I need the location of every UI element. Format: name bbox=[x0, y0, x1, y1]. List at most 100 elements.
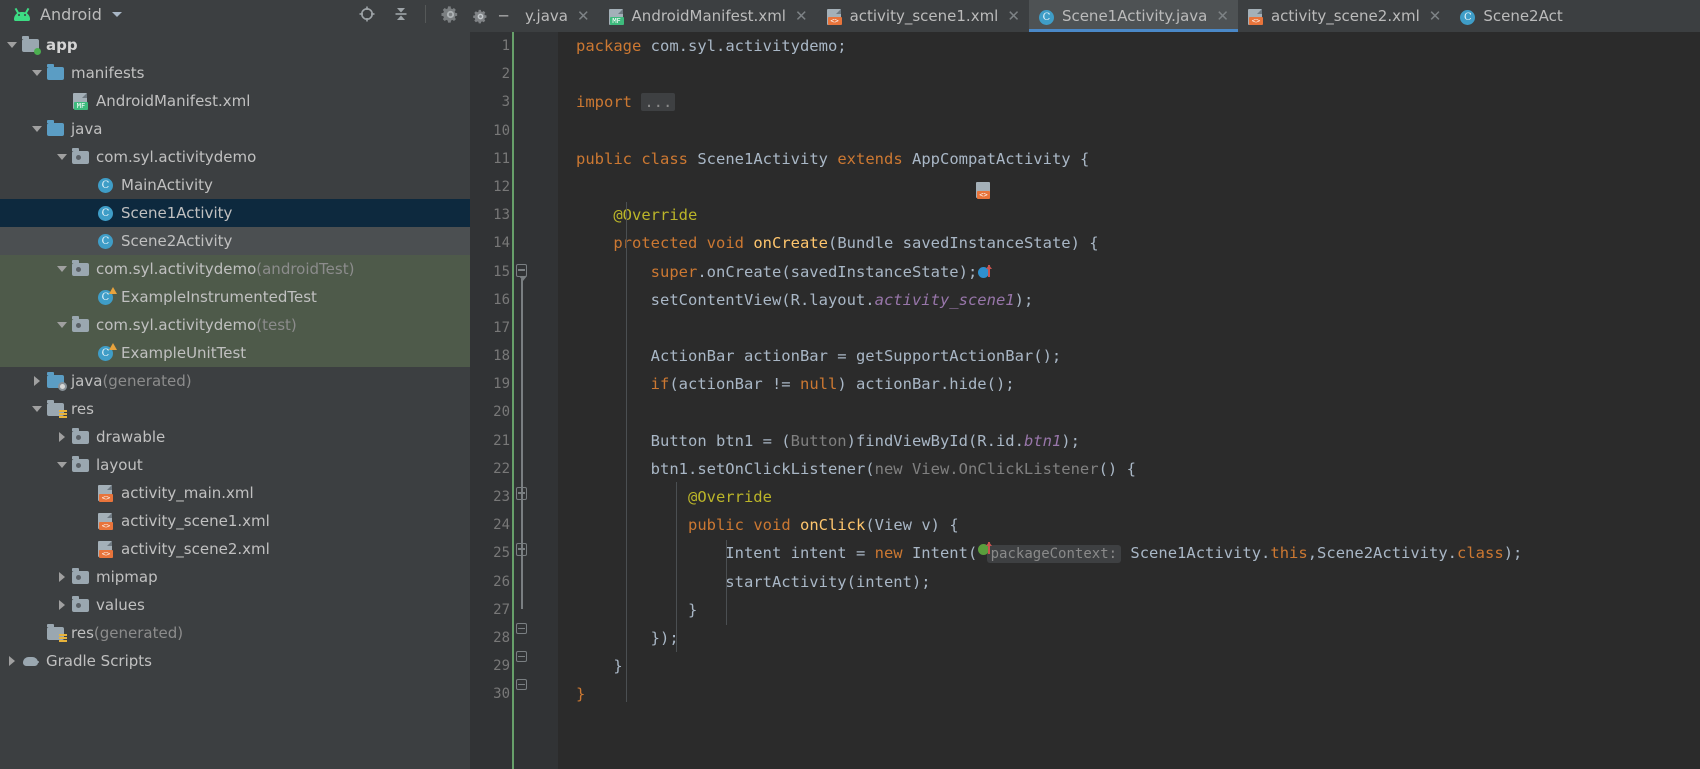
code-line[interactable]: super.onCreate(savedInstanceState); bbox=[558, 258, 1700, 286]
line-number[interactable]: 18 bbox=[470, 342, 516, 370]
close-icon[interactable]: ✕ bbox=[1216, 7, 1229, 25]
chevron-down-icon[interactable] bbox=[54, 143, 70, 171]
tree-row-com-syl-activitydemo[interactable]: com.syl.activitydemo bbox=[0, 143, 470, 171]
code-line[interactable] bbox=[558, 314, 1700, 342]
tree-row-androidmanifest-xml[interactable]: MF AndroidManifest.xml bbox=[0, 87, 470, 115]
line-number[interactable]: 26 bbox=[470, 568, 516, 596]
code-line[interactable]: btn1.setOnClickListener(new View.OnClick… bbox=[558, 455, 1700, 483]
code-line[interactable]: } bbox=[558, 596, 1700, 624]
line-number[interactable]: 20 bbox=[470, 398, 516, 426]
tree-row-mipmap[interactable]: mipmap bbox=[0, 563, 470, 591]
chevron-right-icon[interactable] bbox=[4, 647, 20, 675]
line-number[interactable]: 3 bbox=[470, 88, 516, 116]
fold-toggle-line24-icon[interactable] bbox=[516, 543, 527, 556]
tree-row-activity-scene2-xml[interactable]: <> activity_scene2.xml bbox=[0, 535, 470, 563]
line-number[interactable]: 11 bbox=[470, 145, 516, 173]
tree-row-com-syl-activitydemo[interactable]: com.syl.activitydemo (androidTest) bbox=[0, 255, 470, 283]
tree-row-exampleinstrumentedtest[interactable]: C ExampleInstrumentedTest bbox=[0, 283, 470, 311]
tree-row-activity-main-xml[interactable]: <> activity_main.xml bbox=[0, 479, 470, 507]
chevron-down-icon[interactable] bbox=[29, 395, 45, 423]
editor-tab-scene1activity-java[interactable]: C Scene1Activity.java ✕ bbox=[1028, 0, 1238, 32]
line-number[interactable]: 2 bbox=[470, 60, 516, 88]
tree-row-res[interactable]: res (generated) bbox=[0, 619, 470, 647]
code-editor-text[interactable]: package com.syl.activitydemo; import ... p… bbox=[558, 32, 1700, 769]
close-icon[interactable]: ✕ bbox=[1429, 7, 1442, 25]
chevron-down-icon[interactable] bbox=[4, 31, 20, 59]
fold-end-line27-icon[interactable] bbox=[516, 623, 527, 634]
line-number[interactable]: 15 bbox=[470, 258, 516, 286]
collapse-all-icon[interactable] bbox=[391, 4, 411, 24]
fold-marker-gutter[interactable] bbox=[512, 32, 558, 769]
line-number[interactable]: 16 bbox=[470, 286, 516, 314]
line-number[interactable]: 29 bbox=[470, 652, 516, 680]
line-number[interactable]: 27 bbox=[470, 596, 516, 624]
fold-end-line28-icon[interactable] bbox=[516, 651, 527, 662]
tree-row-layout[interactable]: layout bbox=[0, 451, 470, 479]
code-line[interactable]: package com.syl.activitydemo; bbox=[558, 32, 1700, 60]
chevron-right-icon[interactable] bbox=[29, 367, 45, 395]
code-line[interactable]: if(actionBar != null) actionBar.hide(); bbox=[558, 370, 1700, 398]
line-number[interactable]: 23 bbox=[470, 483, 516, 511]
chevron-right-icon[interactable] bbox=[54, 563, 70, 591]
line-number[interactable]: 10 bbox=[470, 117, 516, 145]
code-line[interactable] bbox=[558, 398, 1700, 426]
chevron-down-icon[interactable] bbox=[54, 311, 70, 339]
code-line[interactable]: } bbox=[558, 680, 1700, 708]
close-icon[interactable]: ✕ bbox=[1007, 7, 1020, 25]
code-line[interactable]: } bbox=[558, 652, 1700, 680]
override-method-icon[interactable] bbox=[978, 265, 996, 283]
tree-row-exampleunittest[interactable]: C ExampleUnitTest bbox=[0, 339, 470, 367]
line-number[interactable]: 13 bbox=[470, 201, 516, 229]
line-number[interactable]: 17 bbox=[470, 314, 516, 342]
line-number[interactable]: 24 bbox=[470, 511, 516, 539]
tree-row-activity-scene1-xml[interactable]: <> activity_scene1.xml bbox=[0, 507, 470, 535]
tree-row-manifests[interactable]: manifests bbox=[0, 59, 470, 87]
code-line[interactable]: @Override bbox=[558, 201, 1700, 229]
chevron-down-icon[interactable] bbox=[54, 255, 70, 283]
line-number[interactable]: 19 bbox=[470, 370, 516, 398]
xml-layout-related-icon[interactable]: <> bbox=[976, 182, 994, 200]
code-line[interactable]: }); bbox=[558, 624, 1700, 652]
tree-row-values[interactable]: values bbox=[0, 591, 470, 619]
tree-row-java[interactable]: java bbox=[0, 115, 470, 143]
editor-tab-bar[interactable]: ─ y.java ✕ MF AndroidManifest.xml ✕ <> activit… bbox=[470, 0, 1700, 32]
code-line[interactable]: public class Scene1Activity extends AppC… bbox=[558, 145, 1700, 173]
code-line[interactable] bbox=[558, 173, 1700, 201]
editor-tab-y-java[interactable]: y.java ✕ bbox=[516, 0, 599, 32]
tree-row-app[interactable]: app bbox=[0, 31, 470, 59]
tab-settings-gear-icon[interactable] bbox=[470, 0, 495, 32]
line-number[interactable]: 1 bbox=[470, 32, 516, 60]
line-number[interactable]: 14 bbox=[470, 229, 516, 257]
code-line[interactable]: public void onClick(View v) { bbox=[558, 511, 1700, 539]
chevron-right-icon[interactable] bbox=[54, 423, 70, 451]
chevron-down-icon[interactable] bbox=[29, 59, 45, 87]
tree-row-res[interactable]: res bbox=[0, 395, 470, 423]
line-number[interactable]: 25 bbox=[470, 539, 516, 567]
line-number[interactable]: 22 bbox=[470, 455, 516, 483]
editor-tab-androidmanifest-xml[interactable]: MF AndroidManifest.xml ✕ bbox=[599, 0, 817, 32]
implements-method-icon[interactable] bbox=[978, 542, 996, 560]
tree-row-mainactivity[interactable]: C MainActivity bbox=[0, 171, 470, 199]
fold-toggle-line22-icon[interactable] bbox=[516, 487, 527, 500]
tree-row-com-syl-activitydemo[interactable]: com.syl.activitydemo (test) bbox=[0, 311, 470, 339]
project-tree[interactable]: app manifests MF AndroidManifest.xml java com… bbox=[0, 28, 470, 675]
code-line[interactable]: startActivity(intent); bbox=[558, 568, 1700, 596]
line-number[interactable]: 30 bbox=[470, 680, 516, 708]
minimize-icon[interactable]: ─ bbox=[495, 0, 516, 32]
line-number[interactable]: 21 bbox=[470, 427, 516, 455]
editor-tab-activity-scene1-xml[interactable]: <> activity_scene1.xml ✕ bbox=[817, 0, 1029, 32]
close-icon[interactable]: ✕ bbox=[795, 7, 808, 25]
tree-row-scene2activity[interactable]: C Scene2Activity bbox=[0, 227, 470, 255]
line-number[interactable]: 28 bbox=[470, 624, 516, 652]
code-line[interactable]: import ... bbox=[558, 88, 1700, 116]
chevron-down-icon[interactable] bbox=[54, 451, 70, 479]
fold-toggle-line14-icon[interactable] bbox=[516, 264, 527, 281]
project-view-selector[interactable]: Android bbox=[12, 5, 357, 24]
chevron-down-icon[interactable] bbox=[29, 115, 45, 143]
settings-gear-icon[interactable] bbox=[440, 4, 460, 24]
line-number-gutter[interactable]: 1 2 3 10 11 12 13 14 15 16 17 18 19 20 21 22 23 24 25 26 27 2… bbox=[470, 32, 516, 769]
tree-row-drawable[interactable]: drawable bbox=[0, 423, 470, 451]
editor-tab-activity-scene2-xml[interactable]: <> activity_scene2.xml ✕ bbox=[1238, 0, 1450, 32]
editor-tab-scene2act[interactable]: C Scene2Act bbox=[1450, 0, 1571, 32]
code-line[interactable]: protected void onCreate(Bundle savedInst… bbox=[558, 229, 1700, 257]
